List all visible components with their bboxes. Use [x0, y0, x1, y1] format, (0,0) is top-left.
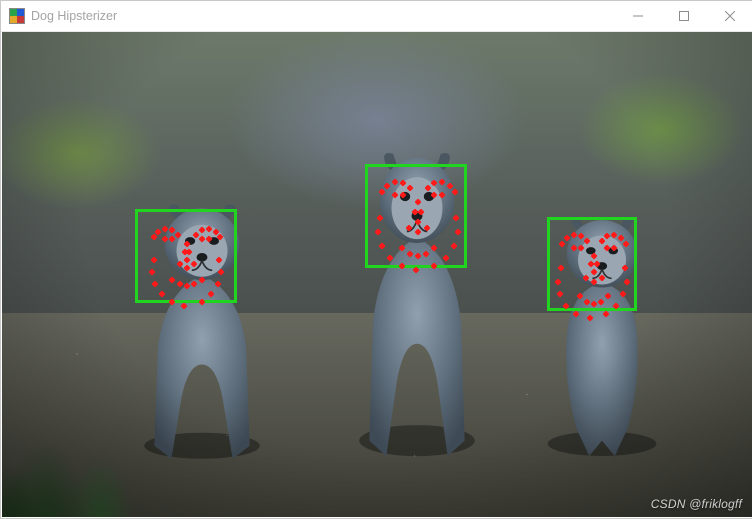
- scene-foliage: [2, 367, 172, 517]
- watermark: CSDN @friklogff: [651, 497, 742, 511]
- window-title: Dog Hipsterizer: [31, 1, 615, 31]
- minimize-button[interactable]: [615, 1, 661, 31]
- image-viewport: CSDN @friklogff: [2, 32, 752, 517]
- app-icon: [9, 8, 25, 24]
- window-controls: [615, 1, 752, 31]
- close-button[interactable]: [707, 1, 752, 31]
- application-window: Dog Hipsterizer CSDN @friklogff: [0, 0, 752, 519]
- maximize-button[interactable]: [661, 1, 707, 31]
- titlebar[interactable]: Dog Hipsterizer: [1, 1, 752, 32]
